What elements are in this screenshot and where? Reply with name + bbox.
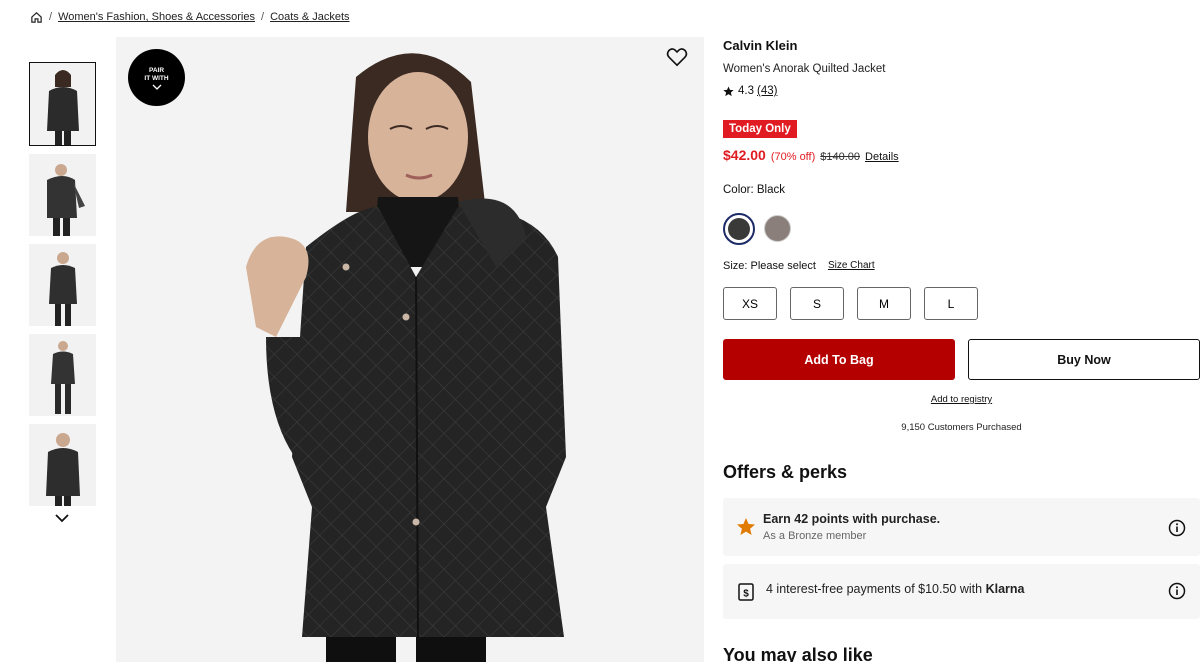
thumbnail-2[interactable] [29, 154, 96, 236]
product-info-panel: Calvin Klein Women's Anorak Quilted Jack… [723, 0, 1200, 662]
size-xs-button[interactable]: XS [723, 287, 777, 320]
klarna-offer-text: 4 interest-free payments of $10.50 with … [766, 582, 1024, 596]
size-l-button[interactable]: L [924, 287, 978, 320]
buy-now-button[interactable]: Buy Now [968, 339, 1200, 380]
klarna-offer-card[interactable]: $ 4 interest-free payments of $10.50 wit… [723, 564, 1200, 619]
price-block: $42.00 (70% off) $140.00 Details [723, 147, 899, 163]
size-chart-link[interactable]: Size Chart [828, 260, 875, 272]
info-icon[interactable] [1168, 582, 1186, 600]
breadcrumb-separator: / [261, 11, 265, 23]
review-count-link[interactable]: (43) [757, 85, 777, 97]
swatch-black-fill [728, 218, 750, 240]
home-icon[interactable] [30, 11, 43, 24]
svg-text:$: $ [743, 589, 749, 600]
pair-badge-line2: IT WITH [144, 75, 169, 82]
offers-perks-heading: Offers & perks [723, 462, 848, 482]
pair-it-with-button[interactable]: PAIR IT WITH [128, 49, 185, 106]
klarna-brand: Klarna [985, 582, 1025, 596]
heart-icon[interactable] [666, 47, 688, 67]
original-price: $140.00 [820, 151, 861, 163]
thumbnail-strip [29, 62, 97, 514]
jacket-thumbnail-image [48, 252, 77, 326]
sale-price: $42.00 [723, 147, 766, 163]
klarna-text: 4 interest-free payments of $10.50 with [766, 582, 983, 596]
size-m-button[interactable]: M [857, 287, 911, 320]
size-label: Size: Please select [723, 260, 816, 272]
chevron-down-icon[interactable] [54, 512, 70, 524]
breadcrumb-link-womens-fashion[interactable]: Women's Fashion, Shoes & Accessories [58, 11, 255, 23]
size-s-button[interactable]: S [790, 287, 844, 320]
price-details-link[interactable]: Details [865, 151, 899, 163]
thumbnail-4[interactable] [29, 334, 96, 416]
dollar-receipt-icon: $ [738, 583, 754, 601]
chevron-down-icon [152, 84, 161, 90]
breadcrumb-separator: / [49, 11, 53, 23]
jacket-thumbnail-image [50, 341, 75, 414]
points-offer-subtitle: As a Bronze member [763, 530, 867, 542]
today-only-badge: Today Only [723, 120, 797, 138]
discount-percent: (70% off) [770, 151, 816, 163]
info-icon[interactable] [1168, 519, 1186, 537]
thumbnail-1[interactable] [29, 62, 96, 146]
brand-name[interactable]: Calvin Klein [723, 38, 797, 53]
star-icon [737, 518, 755, 535]
breadcrumb: / Women's Fashion, Shoes & Accessories /… [30, 9, 350, 25]
swatch-black[interactable] [723, 213, 755, 245]
product-hero-image: PAIR IT WITH [116, 37, 704, 662]
breadcrumb-link-coats-jackets[interactable]: Coats & Jackets [270, 11, 349, 23]
product-name: Women's Anorak Quilted Jacket [723, 63, 886, 75]
customers-purchased-text: 9,150 Customers Purchased [901, 422, 1022, 433]
add-to-registry-link[interactable]: Add to registry [723, 394, 1200, 405]
rating-value: 4.3 [738, 85, 754, 97]
thumbnail-5[interactable] [29, 424, 96, 506]
rating: 4.3 (43) [723, 85, 777, 97]
model-jacket-illustration [246, 53, 566, 662]
size-label-row: Size: Please select Size Chart [723, 260, 875, 272]
star-icon [723, 85, 734, 96]
jacket-thumbnail-image [45, 433, 80, 506]
you-may-also-like-heading: You may also like [723, 645, 873, 662]
jacket-thumbnail-image [46, 70, 79, 145]
color-label: Color: Black [723, 184, 785, 196]
thumbnail-3[interactable] [29, 244, 96, 326]
points-offer-title: Earn 42 points with purchase. [763, 512, 941, 526]
add-to-bag-button[interactable]: Add To Bag [723, 339, 955, 380]
swatch-alternate-color[interactable] [764, 215, 791, 242]
points-offer-card[interactable]: Earn 42 points with purchase. As a Bronz… [723, 498, 1200, 556]
jacket-thumbnail-image [46, 164, 85, 236]
size-options: XS S M L [723, 287, 978, 320]
pair-badge-line1: PAIR [148, 67, 165, 74]
